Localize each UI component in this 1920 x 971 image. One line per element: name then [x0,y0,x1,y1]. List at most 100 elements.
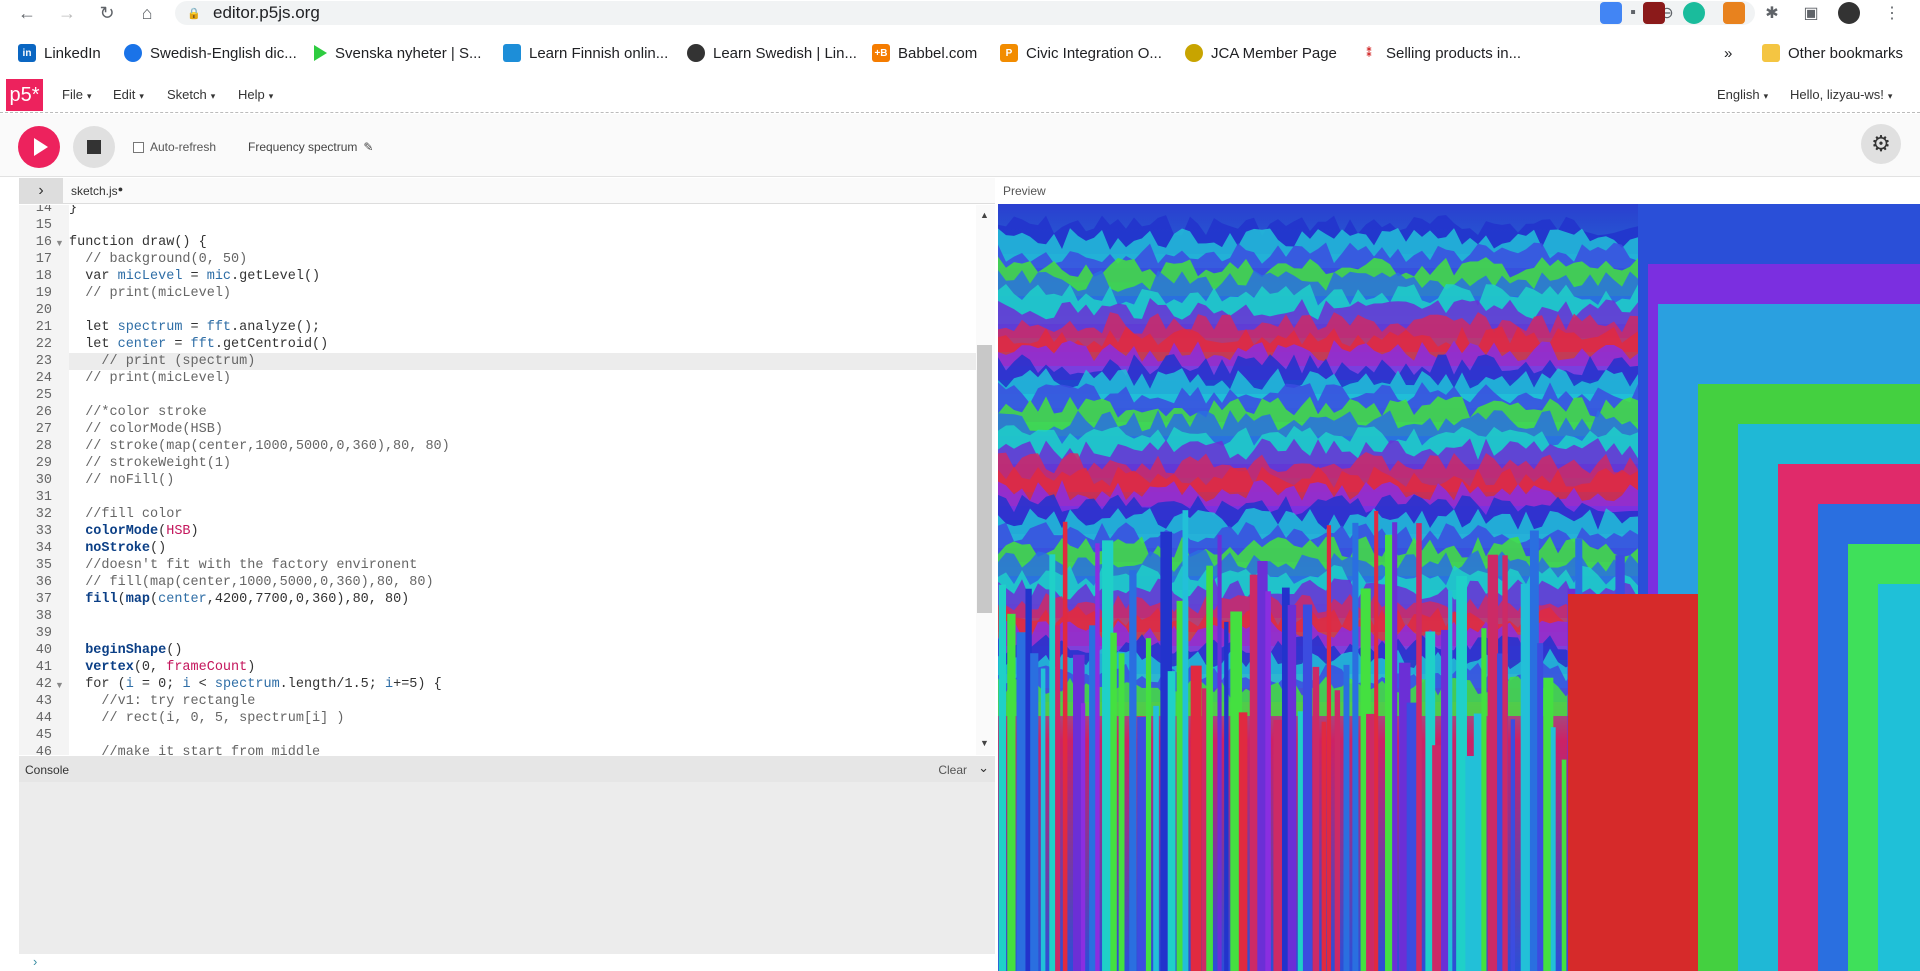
code-editor[interactable]: 14 15 16 ▼ 17 18 19 20 21 22 23 24 25 26 27 28 29 30 31 32 3… [19,205,995,755]
code-line[interactable]: //doesn't fit with the factory environen… [69,557,417,574]
code-line[interactable]: //v1: try rectangle [69,693,255,710]
code-line[interactable]: } [69,205,77,217]
code-line[interactable]: var micLevel = mic.getLevel() [69,268,320,285]
spectrum-bar [1040,668,1046,971]
more-bookmarks-button[interactable]: » [1724,39,1732,67]
code-line[interactable]: // background(0, 50) [69,251,247,268]
gear-logo-icon [687,44,705,62]
bookmark-selling-products[interactable]: ⁑ Selling products in... [1360,39,1521,67]
bookmark-jca[interactable]: JCA Member Page [1185,39,1337,67]
puzzle-icon[interactable]: ✱ [1762,3,1782,23]
sketch-name[interactable]: Frequency spectrum ✎ [248,140,373,154]
code-line[interactable]: // colorMode(HSB) [69,421,223,438]
line-number: 17 [35,252,52,267]
pencil-icon[interactable]: ✎ [363,140,373,154]
language-label: English [1717,87,1760,102]
civic-icon: P [1000,44,1018,62]
bookmark-label: Swedish-English dic... [150,44,297,62]
line-number: 26 [35,405,52,420]
fold-icon[interactable]: ▼ [55,680,64,690]
line-number: 22 [35,337,52,352]
bookmark-swedish-english[interactable]: Swedish-English dic... [124,39,297,67]
code-line[interactable]: //*color stroke [69,404,207,421]
code-line[interactable]: for (i = 0; i < spectrum.length/1.5; i+=… [69,676,442,693]
file-tab[interactable]: sketch.js● [71,184,123,198]
code-line[interactable]: // fill(map(center,1000,5000,0,360),80, … [69,574,433,591]
play-button[interactable] [18,126,60,168]
line-number: 28 [35,439,52,454]
code-line[interactable]: let center = fft.getCentroid() [69,336,328,353]
back-icon[interactable]: ← [12,0,42,27]
metamask-extension-icon[interactable] [1723,2,1745,24]
avatar[interactable] [1838,2,1860,24]
editor-scrollbar-thumb[interactable] [977,345,992,613]
stop-button[interactable] [73,126,115,168]
language-menu[interactable]: English ▾ [1717,87,1768,102]
bookmark-learn-finnish[interactable]: Learn Finnish onlin... [503,39,668,67]
fold-icon[interactable]: ▼ [55,238,64,248]
kebab-menu-icon[interactable]: ⋮ [1882,3,1902,23]
code-line[interactable]: noStroke() [69,540,166,557]
code-line[interactable]: //fill color [69,506,182,523]
dictionary-icon [124,44,142,62]
expand-sidebar-button[interactable]: › [19,178,63,203]
code-line[interactable]: function draw() { [69,234,207,251]
code-line[interactable]: // print(micLevel) [69,370,231,387]
code-line[interactable]: colorMode(HSB) [69,523,198,540]
menu-edit[interactable]: Edit ▾ [113,87,144,102]
console-input[interactable]: › [19,954,995,971]
bookmark-babbel[interactable]: +B Babbel.com [872,39,977,67]
code-line[interactable]: // print (spectrum) [69,353,255,370]
menu-sketch[interactable]: Sketch ▾ [167,87,215,102]
preview-artwork [998,204,1920,971]
sidepanel-icon[interactable]: ▣ [1801,3,1821,23]
settings-button[interactable]: ⚙ [1861,124,1901,164]
console-clear-button[interactable]: Clear [938,763,967,777]
forward-icon[interactable]: → [52,0,82,27]
bookmark-svenska-nyheter[interactable]: Svenska nyheter | S... [314,39,481,67]
code-line[interactable]: //make it start from middle [69,744,320,755]
spectrum-bar [1080,703,1086,971]
code-line[interactable]: let spectrum = fft.analyze(); [69,319,320,336]
user-menu[interactable]: Hello, lizyau-ws! ▾ [1790,87,1892,102]
other-bookmarks[interactable]: Other bookmarks [1762,39,1903,67]
code-line[interactable]: vertex(0, frameCount) [69,659,255,676]
code-line[interactable]: beginShape() [69,642,182,659]
bookmark-learn-swedish[interactable]: Learn Swedish | Lin... [687,39,857,67]
spectrum-bar [1145,638,1152,971]
chevron-down-icon: ▾ [86,91,92,101]
reload-icon[interactable]: ↻ [92,0,122,27]
auto-refresh-checkbox[interactable] [133,141,144,153]
menu-file[interactable]: File ▾ [62,87,91,102]
home-icon[interactable]: ⌂ [132,0,162,27]
play-icon [314,45,327,61]
line-number: 31 [35,490,52,505]
chevron-down-icon: ▾ [268,91,274,101]
p5-logo[interactable]: p5* [6,79,43,111]
ublock-extension-icon[interactable] [1643,2,1665,24]
camera-icon[interactable]: ▪ [1623,3,1643,23]
code-line[interactable]: // rect(i, 0, 5, spectrum[i] ) [69,710,344,727]
bookmark-label: Learn Finnish onlin... [529,44,669,62]
code-line[interactable]: // stroke(map(center,1000,5000,0,360),80… [69,438,450,455]
bookmark-civic-integration[interactable]: P Civic Integration O... [1000,39,1162,67]
line-number: 18 [35,269,52,284]
scroll-down-icon[interactable]: ▼ [980,738,989,748]
sketch-toolbar: Auto-refresh Frequency spectrum ✎ [0,114,1920,177]
code-line[interactable]: // strokeWeight(1) [69,455,231,472]
sketch-preview-canvas[interactable] [998,204,1920,971]
url-text: editor.p5js.org [213,3,320,22]
auto-refresh-toggle[interactable]: Auto-refresh [133,140,216,154]
code-line[interactable]: fill(map(center,4200,7700,0,360),80, 80) [69,591,409,608]
code-line[interactable]: // noFill() [69,472,174,489]
chevron-down-icon[interactable]: ⌄ [978,760,989,776]
hummingbird-extension-icon[interactable] [1683,2,1705,24]
unsaved-dot-icon: ● [117,184,124,194]
address-bar[interactable]: 🔒 editor.p5js.org ▪ ⊖ ⇪ ☆ [175,1,1755,25]
scroll-up-icon[interactable]: ▲ [980,210,989,220]
menu-help[interactable]: Help ▾ [238,87,273,102]
line-number: 32 [35,507,52,522]
translate-extension-icon[interactable] [1600,2,1622,24]
bookmark-linkedin[interactable]: in LinkedIn [18,39,101,67]
code-line[interactable]: // print(micLevel) [69,285,231,302]
